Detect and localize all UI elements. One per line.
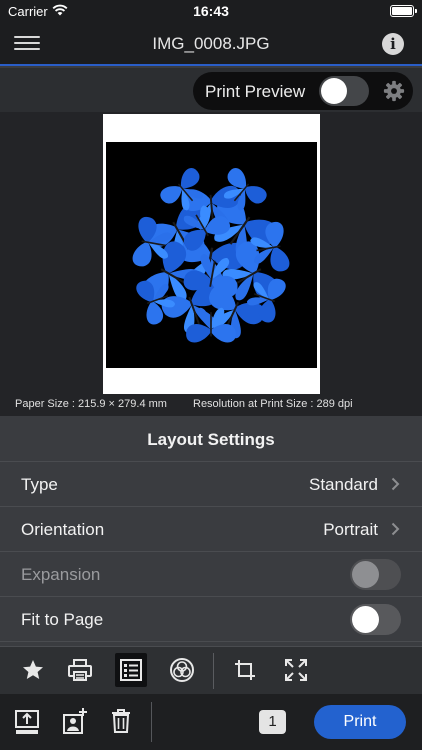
gear-icon[interactable] — [383, 80, 405, 102]
paper-size-info: Paper Size : 215.9 × 279.4 mm — [15, 398, 167, 410]
print-preview-label: Print Preview — [205, 82, 306, 101]
add-photo-icon[interactable] — [61, 706, 89, 736]
preview-toolbar: Print Preview — [0, 68, 422, 112]
print-preview-toggle[interactable] — [319, 76, 369, 106]
chevron-right-icon — [391, 522, 400, 536]
type-value: Standard — [309, 475, 378, 494]
paper-preview[interactable] — [103, 114, 320, 394]
action-divider — [151, 702, 152, 742]
orientation-label: Orientation — [21, 520, 105, 539]
expansion-label: Expansion — [21, 565, 101, 584]
star-icon[interactable] — [17, 653, 49, 687]
butterfly-photo — [106, 142, 317, 368]
expansion-row: Expansion — [0, 552, 422, 597]
fit-to-page-label: Fit to Page — [21, 610, 104, 629]
butterfly-image — [130, 164, 292, 347]
toolbar-divider — [213, 653, 214, 689]
orientation-row[interactable]: Orientation Portrait — [0, 507, 422, 552]
fit-expand-icon[interactable] — [280, 653, 312, 687]
info-icon[interactable]: i — [382, 33, 404, 55]
resolution-info: Resolution at Print Size : 289 dpi — [193, 398, 353, 410]
upload-icon[interactable] — [13, 706, 41, 736]
type-row[interactable]: Type Standard — [0, 462, 422, 507]
clock: 16:43 — [193, 3, 229, 19]
battery-icon — [390, 5, 417, 17]
trash-icon[interactable] — [107, 706, 135, 736]
print-preview-control: Print Preview — [193, 72, 413, 110]
fit-to-page-switch[interactable] — [350, 604, 401, 635]
tool-bar — [0, 646, 422, 694]
action-bar: 1 Print — [0, 694, 422, 750]
status-bar: Carrier 16:43 — [0, 0, 422, 22]
layout-settings-icon[interactable] — [115, 653, 147, 687]
chevron-right-icon — [391, 477, 400, 491]
printer-icon[interactable] — [64, 653, 96, 687]
orientation-value: Portrait — [323, 520, 378, 539]
page-title: IMG_0008.JPG — [152, 34, 270, 53]
color-adjust-icon[interactable] — [166, 653, 198, 687]
nav-bar: IMG_0008.JPG i — [0, 22, 422, 66]
layout-settings-title: Layout Settings — [0, 418, 422, 462]
crop-icon[interactable] — [229, 653, 261, 687]
type-label: Type — [21, 475, 58, 494]
layout-settings-panel: Layout Settings Type Standard Orientatio… — [0, 418, 422, 646]
fit-to-page-row: Fit to Page — [0, 597, 422, 642]
copies-counter[interactable]: 1 — [259, 710, 286, 734]
expansion-switch — [350, 559, 401, 590]
print-button[interactable]: Print — [314, 705, 406, 739]
preview-canvas: Paper Size : 215.9 × 279.4 mm Resolution… — [0, 112, 422, 416]
